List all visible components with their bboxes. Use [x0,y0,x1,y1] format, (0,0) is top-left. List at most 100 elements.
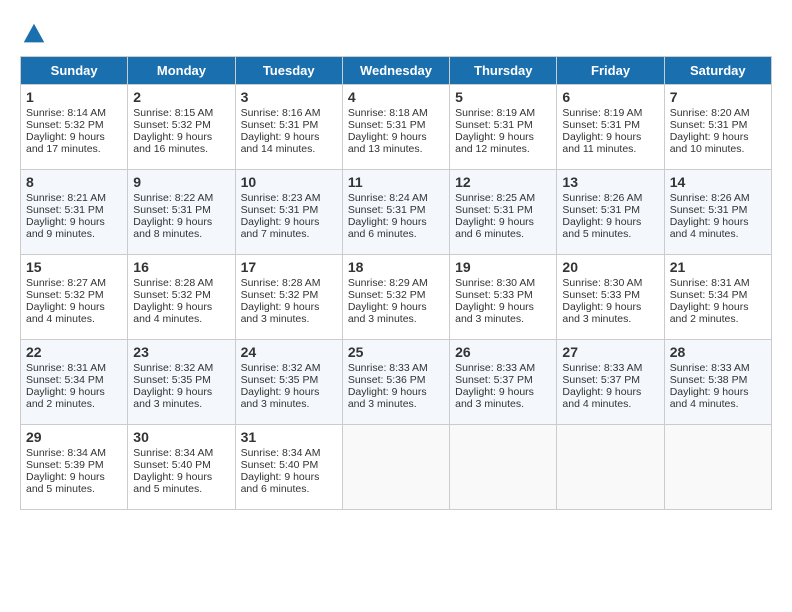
day-number: 14 [670,174,766,190]
sunrise-text: Sunrise: 8:25 AM [455,192,535,204]
sunrise-text: Sunrise: 8:21 AM [26,192,106,204]
dow-header-sunday: Sunday [21,57,128,85]
sunrise-text: Sunrise: 8:28 AM [241,277,321,289]
calendar-cell: 28Sunrise: 8:33 AMSunset: 5:38 PMDayligh… [664,340,771,425]
sunrise-text: Sunrise: 8:18 AM [348,107,428,119]
daylight-text: Daylight: 9 hours and 4 minutes. [670,386,749,410]
dow-header-friday: Friday [557,57,664,85]
day-number: 11 [348,174,444,190]
daylight-text: Daylight: 9 hours and 5 minutes. [562,216,641,240]
sunrise-text: Sunrise: 8:26 AM [670,192,750,204]
sunset-text: Sunset: 5:31 PM [348,119,426,131]
calendar-cell: 11Sunrise: 8:24 AMSunset: 5:31 PMDayligh… [342,170,449,255]
sunrise-text: Sunrise: 8:33 AM [348,362,428,374]
daylight-text: Daylight: 9 hours and 17 minutes. [26,131,105,155]
daylight-text: Daylight: 9 hours and 10 minutes. [670,131,749,155]
calendar-cell: 2Sunrise: 8:15 AMSunset: 5:32 PMDaylight… [128,85,235,170]
calendar-cell: 7 Sunrise: 8:20 AMSunset: 5:31 PMDaylight… [664,85,771,170]
day-number: 30 [133,429,229,445]
sunset-text: Sunset: 5:31 PM [455,119,533,131]
sunrise-text: Sunrise: 8:32 AM [241,362,321,374]
sunset-text: Sunset: 5:34 PM [26,374,104,386]
calendar-cell: 14Sunrise: 8:26 AMSunset: 5:31 PMDayligh… [664,170,771,255]
page-header [20,20,772,48]
sunset-text: Sunset: 5:40 PM [133,459,211,471]
day-number: 19 [455,259,551,275]
sunrise-text: Sunrise: 8:16 AM [241,107,321,119]
sunset-text: Sunset: 5:32 PM [133,289,211,301]
daylight-text: Daylight: 9 hours and 3 minutes. [562,301,641,325]
calendar-cell: 22Sunrise: 8:31 AMSunset: 5:34 PMDayligh… [21,340,128,425]
calendar-table: SundayMondayTuesdayWednesdayThursdayFrid… [20,56,772,510]
daylight-text: Daylight: 9 hours and 5 minutes. [133,471,212,495]
sunset-text: Sunset: 5:31 PM [133,204,211,216]
calendar-cell: 23Sunrise: 8:32 AMSunset: 5:35 PMDayligh… [128,340,235,425]
sunset-text: Sunset: 5:38 PM [670,374,748,386]
week-row-3: 15Sunrise: 8:27 AMSunset: 5:32 PMDayligh… [21,255,772,340]
sunset-text: Sunset: 5:36 PM [348,374,426,386]
day-number: 4 [348,89,444,105]
daylight-text: Daylight: 9 hours and 8 minutes. [133,216,212,240]
day-number: 1 [26,89,122,105]
calendar-cell: 15Sunrise: 8:27 AMSunset: 5:32 PMDayligh… [21,255,128,340]
daylight-text: Daylight: 9 hours and 3 minutes. [455,301,534,325]
sunrise-text: Sunrise: 8:29 AM [348,277,428,289]
day-number: 6 [562,89,658,105]
day-number: 29 [26,429,122,445]
daylight-text: Daylight: 9 hours and 3 minutes. [241,386,320,410]
calendar-cell: 1Sunrise: 8:14 AMSunset: 5:32 PMDaylight… [21,85,128,170]
day-number: 13 [562,174,658,190]
day-number: 18 [348,259,444,275]
sunrise-text: Sunrise: 8:20 AM [670,107,750,119]
day-number: 31 [241,429,337,445]
calendar-cell: 9Sunrise: 8:22 AMSunset: 5:31 PMDaylight… [128,170,235,255]
days-of-week-row: SundayMondayTuesdayWednesdayThursdayFrid… [21,57,772,85]
dow-header-wednesday: Wednesday [342,57,449,85]
sunset-text: Sunset: 5:32 PM [348,289,426,301]
daylight-text: Daylight: 9 hours and 9 minutes. [26,216,105,240]
day-number: 27 [562,344,658,360]
daylight-text: Daylight: 9 hours and 6 minutes. [455,216,534,240]
sunrise-text: Sunrise: 8:24 AM [348,192,428,204]
calendar-cell: 20Sunrise: 8:30 AMSunset: 5:33 PMDayligh… [557,255,664,340]
day-number: 15 [26,259,122,275]
sunset-text: Sunset: 5:31 PM [455,204,533,216]
sunrise-text: Sunrise: 8:28 AM [133,277,213,289]
sunset-text: Sunset: 5:32 PM [241,289,319,301]
sunset-text: Sunset: 5:35 PM [133,374,211,386]
sunrise-text: Sunrise: 8:32 AM [133,362,213,374]
sunrise-text: Sunrise: 8:14 AM [26,107,106,119]
calendar-cell: 21Sunrise: 8:31 AMSunset: 5:34 PMDayligh… [664,255,771,340]
calendar-cell: 17Sunrise: 8:28 AMSunset: 5:32 PMDayligh… [235,255,342,340]
sunrise-text: Sunrise: 8:34 AM [241,447,321,459]
calendar-cell: 27Sunrise: 8:33 AMSunset: 5:37 PMDayligh… [557,340,664,425]
day-number: 8 [26,174,122,190]
logo [20,20,52,48]
sunset-text: Sunset: 5:31 PM [562,119,640,131]
daylight-text: Daylight: 9 hours and 3 minutes. [455,386,534,410]
calendar-cell [342,425,449,510]
calendar-cell: 30Sunrise: 8:34 AMSunset: 5:40 PMDayligh… [128,425,235,510]
sunrise-text: Sunrise: 8:19 AM [562,107,642,119]
daylight-text: Daylight: 9 hours and 6 minutes. [241,471,320,495]
sunrise-text: Sunrise: 8:19 AM [455,107,535,119]
sunset-text: Sunset: 5:31 PM [670,119,748,131]
daylight-text: Daylight: 9 hours and 6 minutes. [348,216,427,240]
daylight-text: Daylight: 9 hours and 4 minutes. [670,216,749,240]
sunrise-text: Sunrise: 8:26 AM [562,192,642,204]
calendar-cell: 19Sunrise: 8:30 AMSunset: 5:33 PMDayligh… [450,255,557,340]
daylight-text: Daylight: 9 hours and 14 minutes. [241,131,320,155]
day-number: 5 [455,89,551,105]
day-number: 7 [670,89,766,105]
week-row-1: 1Sunrise: 8:14 AMSunset: 5:32 PMDaylight… [21,85,772,170]
day-number: 10 [241,174,337,190]
daylight-text: Daylight: 9 hours and 12 minutes. [455,131,534,155]
day-number: 21 [670,259,766,275]
daylight-text: Daylight: 9 hours and 2 minutes. [670,301,749,325]
week-row-2: 8Sunrise: 8:21 AMSunset: 5:31 PMDaylight… [21,170,772,255]
daylight-text: Daylight: 9 hours and 11 minutes. [562,131,641,155]
sunset-text: Sunset: 5:33 PM [455,289,533,301]
sunset-text: Sunset: 5:40 PM [241,459,319,471]
sunrise-text: Sunrise: 8:33 AM [562,362,642,374]
daylight-text: Daylight: 9 hours and 7 minutes. [241,216,320,240]
